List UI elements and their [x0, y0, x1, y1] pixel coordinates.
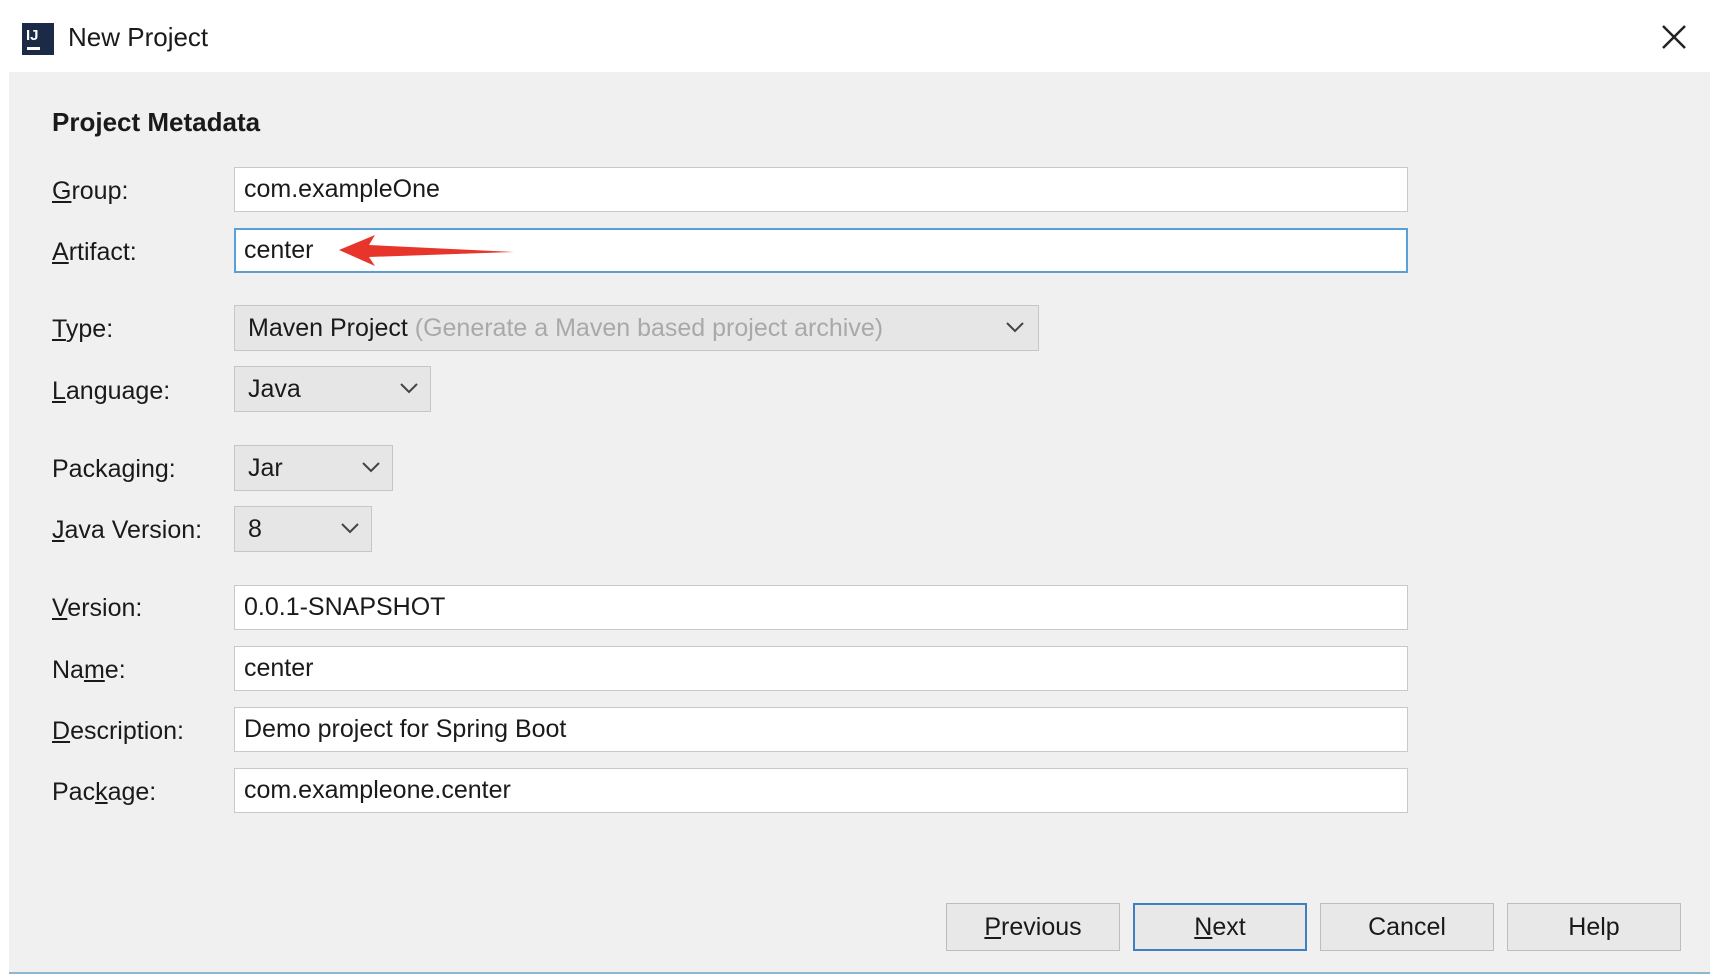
mnemonic: N	[1194, 913, 1213, 941]
red-arrow-annotation	[339, 235, 514, 266]
java-version-dropdown[interactable]: 8	[234, 506, 372, 552]
new-project-dialog: IJ New Project Project Metadata Group: c…	[9, 0, 1710, 974]
language-label: Language:	[52, 377, 171, 405]
previous-button[interactable]: Previous	[946, 903, 1120, 951]
mnemonic: D	[52, 717, 71, 745]
version-label: Version:	[52, 594, 143, 622]
description-input[interactable]: Demo project for Spring Boot	[234, 707, 1408, 752]
intellij-idea-icon: IJ	[22, 23, 54, 55]
type-dropdown[interactable]: Maven Project (Generate a Maven based pr…	[234, 305, 1039, 351]
packaging-value: Jar	[248, 454, 283, 482]
cancel-button[interactable]: Cancel	[1320, 903, 1494, 951]
mnemonic: G	[52, 177, 72, 205]
mnemonic: T	[52, 315, 66, 343]
name-input[interactable]: center	[234, 646, 1408, 691]
chevron-down-icon	[362, 462, 380, 473]
window-title: New Project	[68, 22, 209, 52]
mnemonic: P	[984, 913, 1002, 941]
chevron-down-icon	[1006, 322, 1024, 333]
mnemonic: J	[52, 516, 65, 544]
language-dropdown[interactable]: Java	[234, 366, 431, 412]
type-hint: (Generate a Maven based project archive)	[414, 314, 884, 342]
help-button[interactable]: Help	[1507, 903, 1681, 951]
type-value: Maven Project	[248, 314, 408, 342]
java-version-label: Java Version:	[52, 516, 203, 544]
mnemonic: m	[83, 656, 105, 684]
version-input[interactable]: 0.0.1-SNAPSHOT	[234, 585, 1408, 630]
group-label: Group:	[52, 177, 129, 205]
mnemonic: g	[121, 455, 136, 483]
language-value: Java	[248, 375, 301, 403]
group-input[interactable]: com.exampleOne	[234, 167, 1408, 212]
mnemonic: V	[52, 594, 68, 622]
mnemonic: A	[52, 238, 69, 266]
description-label: Description:	[52, 717, 185, 745]
next-button[interactable]: Next	[1133, 903, 1307, 951]
package-label: Package:	[52, 778, 157, 806]
close-icon[interactable]	[1657, 20, 1691, 54]
artifact-label: Artifact:	[52, 238, 137, 266]
package-input[interactable]: com.exampleone.center	[234, 768, 1408, 813]
packaging-dropdown[interactable]: Jar	[234, 445, 393, 491]
title-bar: IJ New Project	[9, 0, 1710, 72]
chevron-down-icon	[341, 523, 359, 534]
packaging-label: Packaging:	[52, 455, 176, 483]
mnemonic: L	[52, 377, 66, 405]
chevron-down-icon	[400, 383, 418, 394]
name-label: Name:	[52, 656, 126, 684]
java-version-value: 8	[248, 515, 262, 543]
mnemonic: k	[95, 778, 108, 806]
section-title: Project Metadata	[52, 107, 261, 137]
type-label: Type:	[52, 315, 114, 343]
